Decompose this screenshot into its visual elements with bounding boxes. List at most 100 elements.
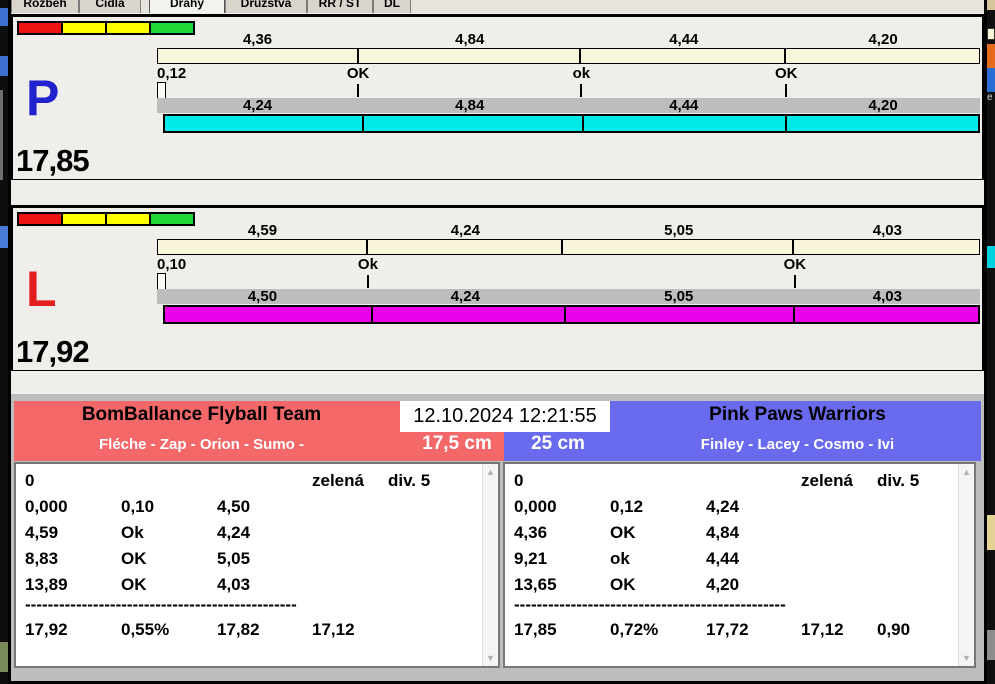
- table-cell: div. 5: [877, 471, 920, 490]
- segment-time: 4,20: [868, 31, 898, 48]
- table-content: 0 zelená div. 5 0,000 0,12 4,24 4,36 OK 4,84 9,21…: [514, 468, 954, 664]
- start-time-label: 0,12: [157, 65, 187, 82]
- table-cell: 13,65: [514, 575, 557, 594]
- lane-letter: L: [26, 261, 57, 317]
- segment-bar-outline: [157, 239, 980, 255]
- tab-dru-stva[interactable]: Družstva: [225, 0, 307, 13]
- table-row: 17,92 0,55% 17,82 17,12: [25, 617, 478, 643]
- table-row: 0 zelená div. 5: [25, 468, 478, 494]
- checkpoint-status: OK: [346, 65, 370, 82]
- table-cell: 0,000: [514, 497, 557, 516]
- table-cell: 4,24: [217, 523, 251, 542]
- segment-time: 4,03: [872, 288, 902, 305]
- table-cell: zelená: [312, 471, 364, 490]
- desktop-fragment: [987, 246, 995, 268]
- scrollbar[interactable]: ▲ ▼: [482, 464, 498, 666]
- table-cell: 4,59: [25, 523, 59, 542]
- bar-segment: [563, 240, 795, 254]
- table-cell: OK: [121, 549, 147, 568]
- table-cell: 0,10: [121, 497, 155, 516]
- lane-letter: P: [26, 70, 60, 126]
- start-light: [61, 21, 107, 35]
- checkpoint-tick: [793, 275, 796, 288]
- table-cell: 13,89: [25, 575, 68, 594]
- segment-time: 4,24: [242, 97, 273, 114]
- desktop-edge-right: e: [987, 0, 995, 684]
- table-row: 13,65 OK 4,20: [514, 572, 954, 598]
- table-cell: zelená: [801, 471, 853, 490]
- table-cell: 0,000: [25, 497, 68, 516]
- checkpoint-status: ok: [572, 65, 591, 82]
- checkpoint-status: Ok: [357, 256, 378, 273]
- segment-bar-filled: [163, 305, 980, 324]
- table-cell: 4,36: [514, 523, 548, 542]
- table-separator: ----------------------------------------…: [514, 598, 786, 613]
- race-datetime: 12.10.2024 12:21:55: [400, 401, 610, 432]
- bar-segment: [158, 49, 359, 63]
- scroll-up-icon[interactable]: ▲: [959, 464, 974, 480]
- lane-bar-zone: 4,59 4,24 5,05 4,03 0,10 Ok OK 4,50 4,24 5,05 4,…: [157, 208, 980, 370]
- table-row: 4,59 Ok 4,24: [25, 520, 478, 546]
- team-dogs: Finley - Lacey - Cosmo - Ivi: [700, 436, 895, 453]
- table-cell: 0,55%: [121, 620, 170, 639]
- tab-rr-st[interactable]: RR / ST: [307, 0, 373, 13]
- bar-segment: [794, 240, 979, 254]
- table-cell: 17,12: [312, 620, 355, 639]
- table-row: 0,000 0,12 4,24: [514, 494, 954, 520]
- table-cell: 0: [25, 471, 35, 490]
- segment-times-bottom: 4,24 4,84 4,44 4,20: [157, 98, 980, 113]
- bar-segment: [565, 307, 796, 322]
- tab-dl[interactable]: DL: [373, 0, 411, 13]
- desktop-edge-left: [0, 0, 8, 684]
- desktop-fragment: [987, 515, 995, 550]
- start-light: [105, 21, 151, 35]
- table-row: 9,21 ok 4,44: [514, 546, 954, 572]
- desktop-letter: e: [987, 92, 993, 103]
- table-cell: 4,84: [706, 523, 740, 542]
- segment-bar-filled: [163, 114, 980, 133]
- table-cell: Ok: [121, 523, 144, 542]
- checkpoint-status: OK: [774, 65, 798, 82]
- table-cell: ok: [610, 549, 630, 568]
- table-cell: 4,20: [706, 575, 740, 594]
- tab--idla[interactable]: Čidla: [79, 0, 141, 13]
- tab-dr-hy[interactable]: Dráhy: [149, 0, 225, 13]
- start-light: [105, 212, 151, 226]
- table-row: 0 zelená div. 5: [514, 468, 954, 494]
- segment-time: 4,24: [450, 288, 480, 305]
- app-window: Rozběh Čidla Dráhy Družstva RR / ST DL P 17,8…: [8, 0, 987, 684]
- desktop-fragment: [987, 0, 995, 10]
- start-marker-box: [157, 82, 166, 99]
- splits-table-right: 0 zelená div. 5 0,000 0,12 4,24 4,36 OK 4,84 9,21…: [503, 462, 976, 668]
- table-cell: 4,24: [706, 497, 740, 516]
- scroll-down-icon[interactable]: ▼: [483, 650, 498, 666]
- segment-time: 5,05: [664, 222, 694, 239]
- table-cell: 9,21: [514, 549, 548, 568]
- scroll-up-icon[interactable]: ▲: [483, 464, 498, 480]
- checkpoint-tick: [366, 275, 369, 288]
- tab-bar: Rozběh Čidla Dráhy Družstva RR / ST DL: [11, 0, 984, 13]
- table-cell: div. 5: [388, 471, 431, 490]
- desktop-fragment: [0, 56, 8, 76]
- desktop-fragment: [0, 8, 8, 26]
- segment-times-bottom: 4,50 4,24 5,05 4,03: [157, 289, 980, 304]
- segment-time: 4,50: [247, 288, 278, 305]
- segment-times-top: 4,59 4,24 5,05 4,03: [157, 223, 980, 238]
- splits-table-left: 0 zelená div. 5 0,000 0,10 4,50 4,59 Ok 4,24 8,83…: [14, 462, 500, 668]
- table-cell: 4,03: [217, 575, 251, 594]
- desktop-fragment: [0, 642, 8, 672]
- scroll-down-icon[interactable]: ▼: [959, 650, 974, 666]
- jump-height: 25 cm: [531, 433, 585, 454]
- tab-rozb-h[interactable]: Rozběh: [11, 0, 79, 13]
- lane-total-time: 17,85: [16, 143, 90, 178]
- table-content: 0 zelená div. 5 0,000 0,10 4,50 4,59 Ok 4,24 8,83…: [25, 468, 478, 664]
- start-light: [17, 212, 63, 226]
- desktop-fragment: [0, 90, 3, 180]
- segment-time: 4,59: [247, 222, 278, 239]
- segment-time: 4,36: [242, 31, 273, 48]
- start-light: [17, 21, 63, 35]
- bar-segment: [363, 116, 585, 131]
- segment-time: 4,44: [669, 97, 699, 114]
- scrollbar[interactable]: ▲ ▼: [958, 464, 974, 666]
- firefox-icon: [987, 68, 995, 92]
